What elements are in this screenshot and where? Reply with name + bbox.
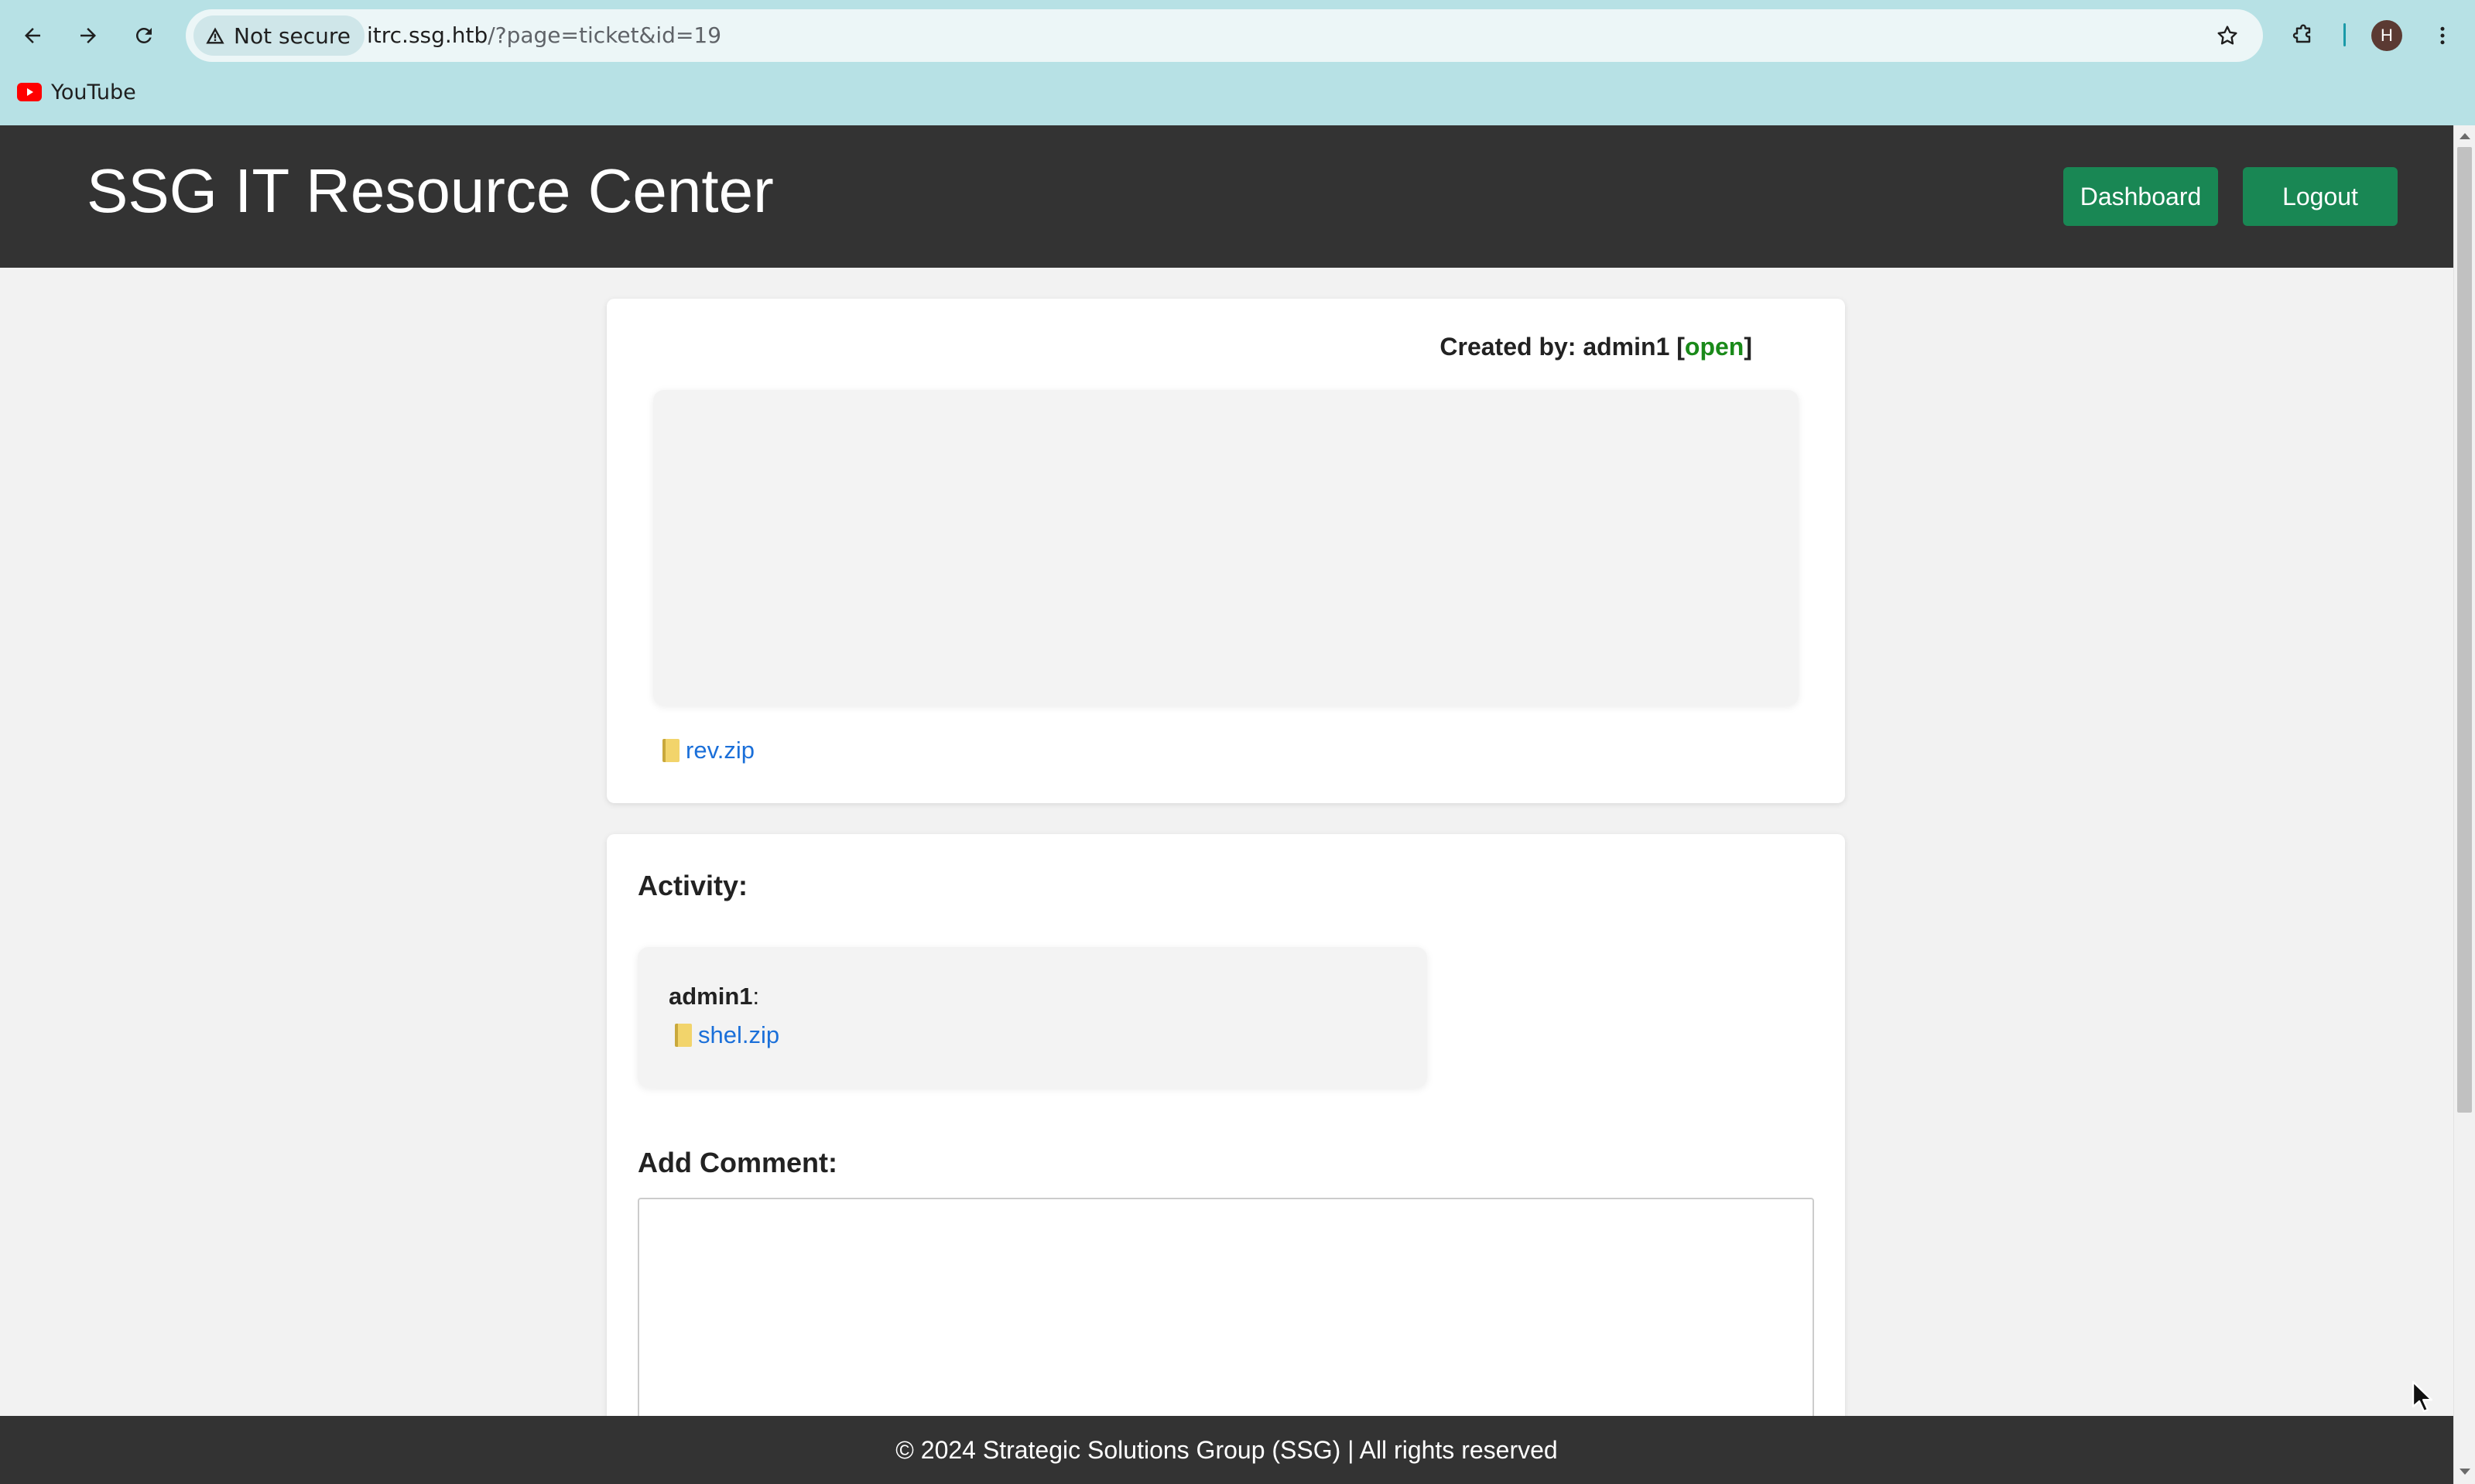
star-icon [2217, 26, 2237, 45]
bookmark-youtube[interactable]: YouTube [17, 76, 136, 108]
warning-icon [206, 27, 224, 44]
back-icon [25, 28, 40, 43]
status-close-bracket: ] [1744, 333, 1752, 361]
site-title: SSG IT Resource Center [87, 156, 774, 225]
site-header: SSG IT Resource Center Dashboard Logout [0, 125, 2453, 268]
dashboard-button[interactable]: Dashboard [2063, 167, 2218, 226]
browser-menu-button[interactable] [2421, 14, 2464, 57]
security-label: Not secure [234, 22, 351, 49]
created-by-user: admin1 [1583, 333, 1670, 361]
scroll-thumb[interactable] [2457, 147, 2472, 1113]
mouse-cursor-icon [2412, 1380, 2433, 1413]
zip-file-icon [662, 739, 680, 762]
ticket-card: Created by: admin1 [open] rev.zip [607, 299, 1845, 803]
profile-avatar[interactable]: H [2371, 20, 2402, 51]
address-bar[interactable]: Not secure itrc.ssg.htb/?page=ticket&id=… [186, 9, 2263, 62]
attachment-link[interactable]: rev.zip [686, 737, 755, 764]
forward-icon [80, 28, 96, 43]
ticket-description [653, 390, 1799, 706]
comment-author-name: admin1 [669, 983, 753, 1010]
status-badge: open [1684, 333, 1744, 361]
bookmark-star-button[interactable] [2206, 14, 2249, 57]
more-icon [2440, 26, 2445, 45]
scroll-up-arrow[interactable] [2460, 133, 2470, 139]
comment-author-separator: : [752, 983, 760, 1010]
site-footer: © 2024 Strategic Solutions Group (SSG) |… [0, 1416, 2453, 1484]
activity-card: Activity: admin1: shel.zip Add Comment: [607, 834, 1845, 1453]
url-text[interactable]: itrc.ssg.htb/?page=ticket&id=19 [367, 9, 721, 62]
add-comment-heading: Add Comment: [638, 1147, 837, 1178]
page-scrollbar[interactable] [2453, 125, 2475, 1484]
logout-button[interactable]: Logout [2243, 167, 2398, 226]
extensions-button[interactable] [2282, 14, 2325, 57]
ticket-created-by: Created by: admin1 [open] [1439, 333, 1752, 361]
toolbar-divider [2343, 23, 2346, 46]
created-by-prefix: Created by: [1439, 333, 1583, 361]
reload-button[interactable] [122, 14, 166, 57]
extensions-icon [2292, 24, 2311, 43]
forward-button[interactable] [67, 14, 110, 57]
comment-attachment-link[interactable]: shel.zip [698, 1021, 779, 1049]
comment-item: admin1: shel.zip [638, 947, 1427, 1088]
comment-author: admin1: [669, 983, 759, 1010]
comment-textarea[interactable] [638, 1198, 1814, 1445]
comment-attachment[interactable]: shel.zip [675, 1021, 779, 1049]
ticket-attachment[interactable]: rev.zip [662, 737, 755, 764]
scroll-down-arrow[interactable] [2460, 1469, 2470, 1475]
zip-file-icon [675, 1024, 692, 1047]
back-button[interactable] [11, 14, 54, 57]
browser-chrome: Not secure itrc.ssg.htb/?page=ticket&id=… [0, 0, 2475, 125]
bookmark-label: YouTube [51, 80, 136, 104]
url-path: /?page=ticket&id=19 [488, 22, 722, 48]
status-open-bracket: [ [1669, 333, 1685, 361]
youtube-icon [17, 83, 42, 101]
reload-icon [135, 27, 152, 43]
security-chip[interactable]: Not secure [193, 15, 365, 56]
activity-heading: Activity: [638, 870, 748, 901]
url-host: itrc.ssg.htb [367, 22, 488, 48]
